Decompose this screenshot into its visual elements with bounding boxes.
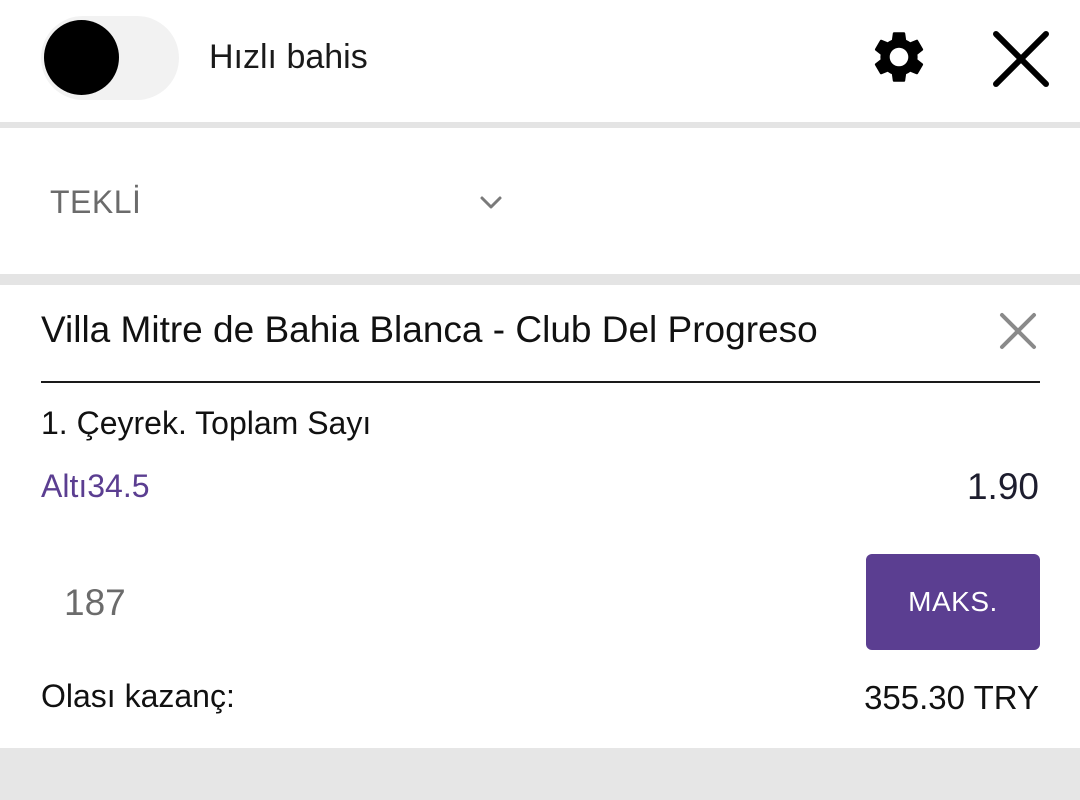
- bet-type-section: TEKLİ: [0, 128, 1080, 274]
- match-title: Villa Mitre de Bahia Blanca - Club Del P…: [41, 309, 818, 350]
- market-name: 1. Çeyrek. Toplam Sayı: [41, 405, 372, 441]
- close-button[interactable]: [988, 26, 1054, 92]
- selection-name: Altı34.5: [41, 468, 150, 504]
- section-divider: [0, 274, 1080, 285]
- bet-type-value: TEKLİ: [50, 184, 142, 220]
- toggle-knob: [44, 20, 119, 95]
- quick-bet-header: Hızlı bahis: [0, 0, 1080, 122]
- potential-win-label: Olası kazanç:: [41, 678, 235, 714]
- settings-button[interactable]: [868, 26, 930, 88]
- gear-icon: [874, 32, 924, 82]
- quick-bet-label: Hızlı bahis: [209, 38, 368, 76]
- potential-win-value: 355.30 TRY: [864, 679, 1039, 716]
- remove-bet-button[interactable]: [996, 309, 1040, 353]
- odds-value: 1.90: [966, 466, 1039, 507]
- chevron-down-icon: [480, 196, 502, 209]
- bet-type-dropdown[interactable]: TEKLİ: [50, 180, 520, 226]
- card-divider: [41, 381, 1040, 383]
- bet-slip-card: Villa Mitre de Bahia Blanca - Club Del P…: [0, 285, 1080, 748]
- close-icon: [993, 31, 1049, 87]
- max-stake-button[interactable]: MAKS.: [866, 554, 1040, 650]
- quick-bet-toggle[interactable]: [41, 16, 179, 100]
- close-icon: [1000, 313, 1036, 349]
- stake-input[interactable]: [41, 567, 741, 639]
